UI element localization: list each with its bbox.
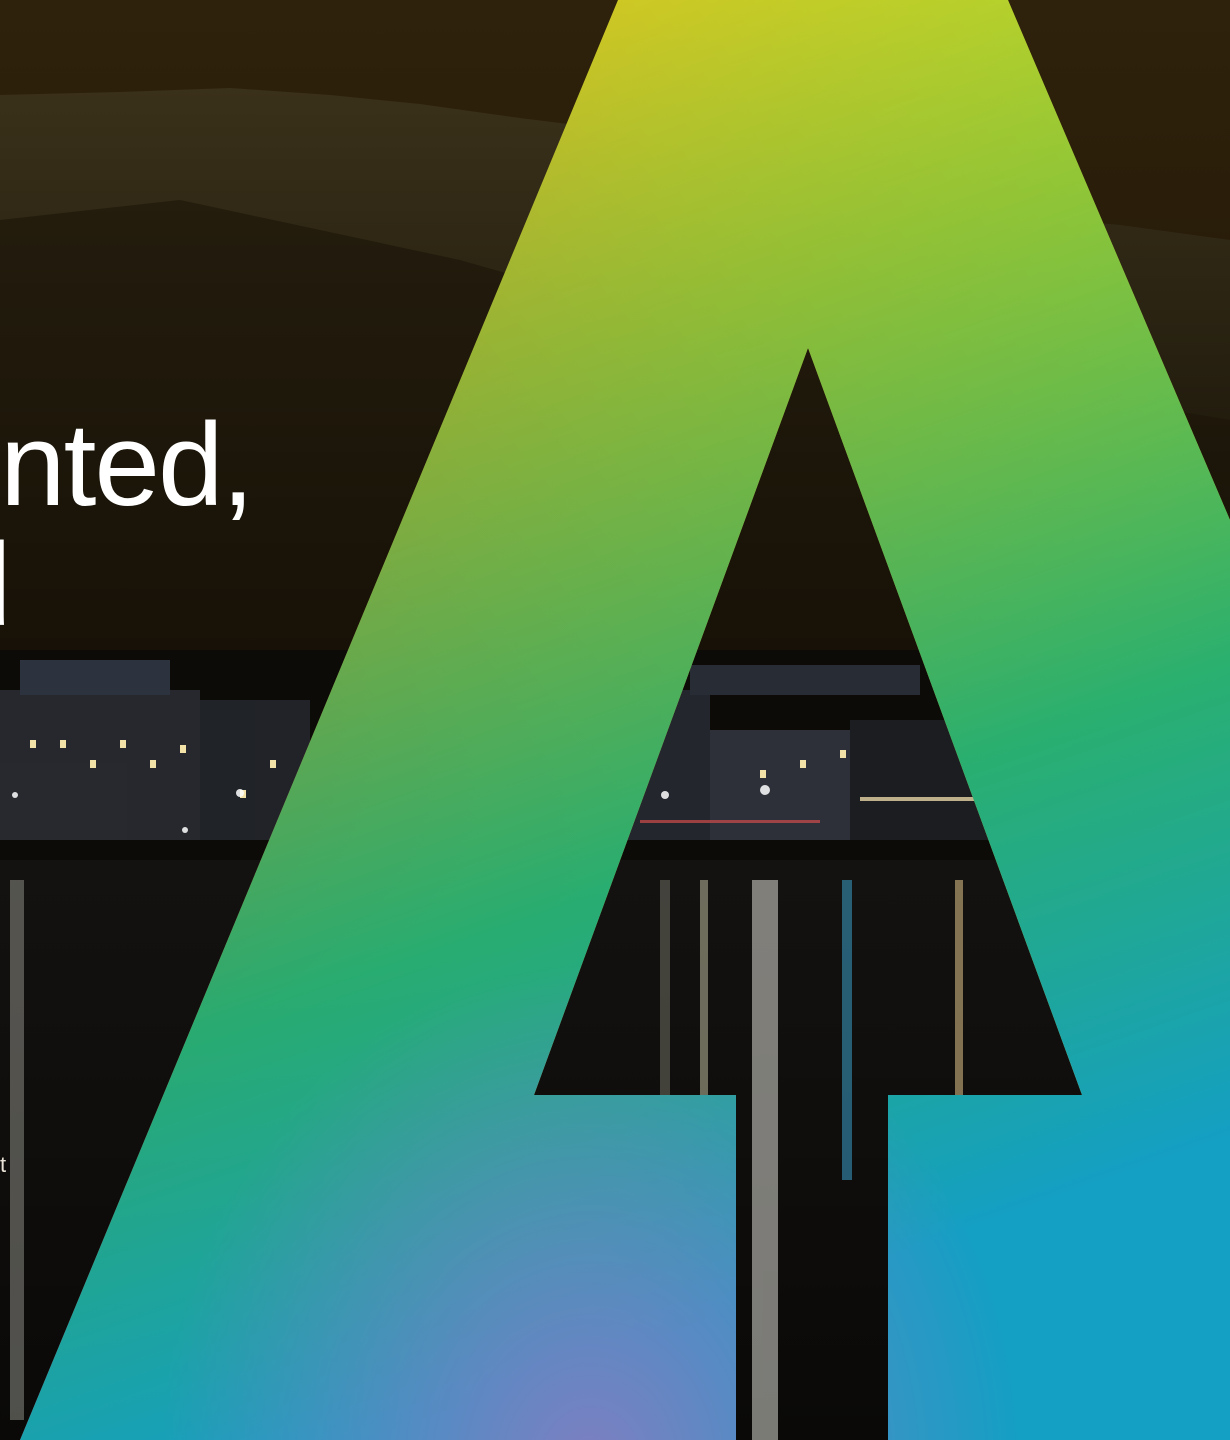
headline-line-1: nted, — [0, 399, 254, 531]
night-lakeside-city-icon — [0, 0, 1230, 1440]
headline-line-2: d — [0, 525, 252, 645]
hero-headline: nted, d — [0, 399, 254, 645]
side-text-fragment: t — [0, 1152, 7, 1177]
hero-banner: nted, d t — [0, 0, 1230, 1440]
